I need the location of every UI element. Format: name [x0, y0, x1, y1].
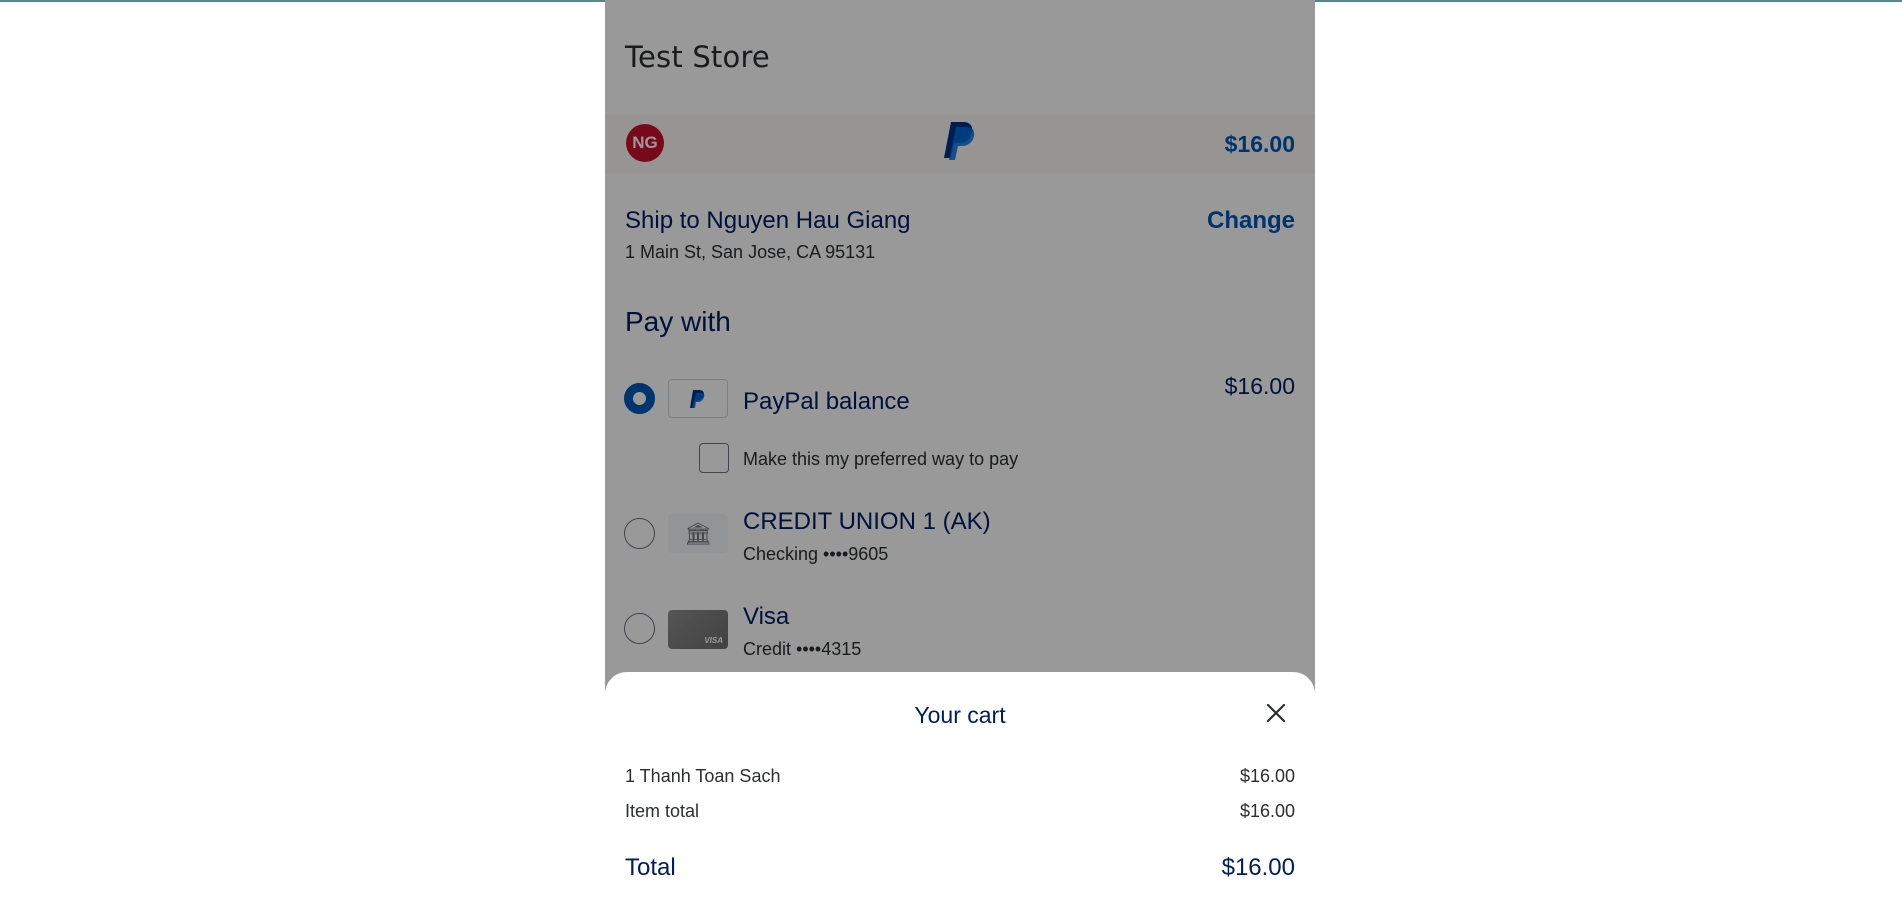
cart-sheet: Your cart 1 Thanh Toan Sach $16.00 Item … [605, 672, 1315, 908]
close-cart-button[interactable] [1261, 698, 1291, 728]
cart-item-total: Item total $16.00 [625, 801, 1295, 822]
cart-item-label: 1 Thanh Toan Sach [625, 766, 781, 786]
close-icon [1266, 703, 1286, 723]
cart-title: Your cart [914, 702, 1006, 728]
item-total-value: $16.00 [1239, 801, 1295, 821]
total-label: Total [625, 854, 676, 881]
cart-item-value: $16.00 [1239, 766, 1295, 786]
cart-total: Total $16.00 [625, 854, 1295, 882]
total-value: $16.00 [1221, 854, 1295, 881]
cart-line-item: 1 Thanh Toan Sach $16.00 [625, 766, 1295, 787]
item-total-label: Item total [625, 801, 700, 821]
checkout-panel: Test Store NG $16.00 Ship to Nguyen Hau … [605, 0, 1315, 908]
